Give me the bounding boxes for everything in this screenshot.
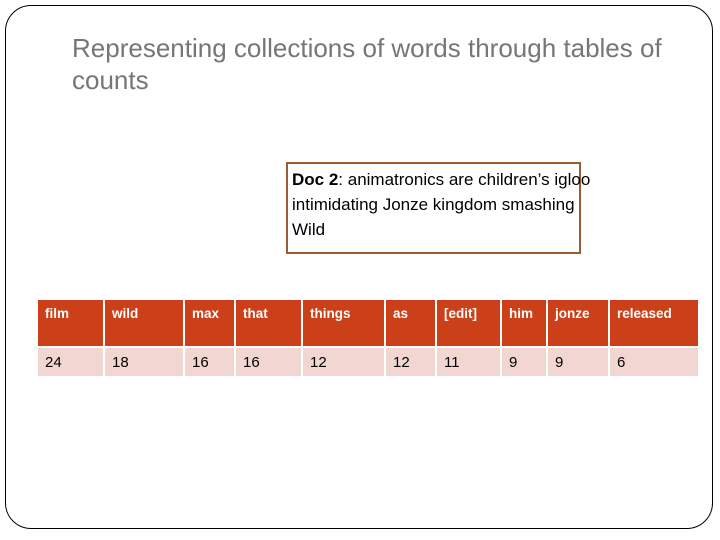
page-title: Representing collections of words throug… xyxy=(72,33,669,95)
table-header-cell: released xyxy=(610,300,698,346)
table-header-cell: that xyxy=(236,300,301,346)
table-cell-count: 6 xyxy=(610,348,698,376)
table-cell-count: 9 xyxy=(502,348,546,376)
doc-callout-text: Doc 2: animatronics are children’s igloo… xyxy=(292,167,592,242)
doc-separator: : xyxy=(338,170,348,189)
table-header-cell: him xyxy=(502,300,546,346)
table-cell-count: 11 xyxy=(437,348,500,376)
table-header-cell: jonze xyxy=(548,300,608,346)
table-header-cell: film xyxy=(38,300,103,346)
table-cell-count: 12 xyxy=(303,348,384,376)
slide-canvas: Representing collections of words throug… xyxy=(5,5,713,529)
table-cell-count: 16 xyxy=(185,348,234,376)
table-cell-count: 18 xyxy=(105,348,183,376)
table-header-cell: max xyxy=(185,300,234,346)
table-header-row: film wild max that things as [edit] him … xyxy=(38,300,698,346)
table-cell-count: 9 xyxy=(548,348,608,376)
table-cell-count: 24 xyxy=(38,348,103,376)
table-row: 24 18 16 16 12 12 11 9 9 6 xyxy=(38,348,698,376)
table-header-cell: things xyxy=(303,300,384,346)
table-header-cell: wild xyxy=(105,300,183,346)
table-header-cell: [edit] xyxy=(437,300,500,346)
word-counts-table: film wild max that things as [edit] him … xyxy=(36,298,700,378)
table-cell-count: 12 xyxy=(386,348,435,376)
table-cell-count: 16 xyxy=(236,348,301,376)
table-header-cell: as xyxy=(386,300,435,346)
doc-label: Doc 2 xyxy=(292,170,339,189)
